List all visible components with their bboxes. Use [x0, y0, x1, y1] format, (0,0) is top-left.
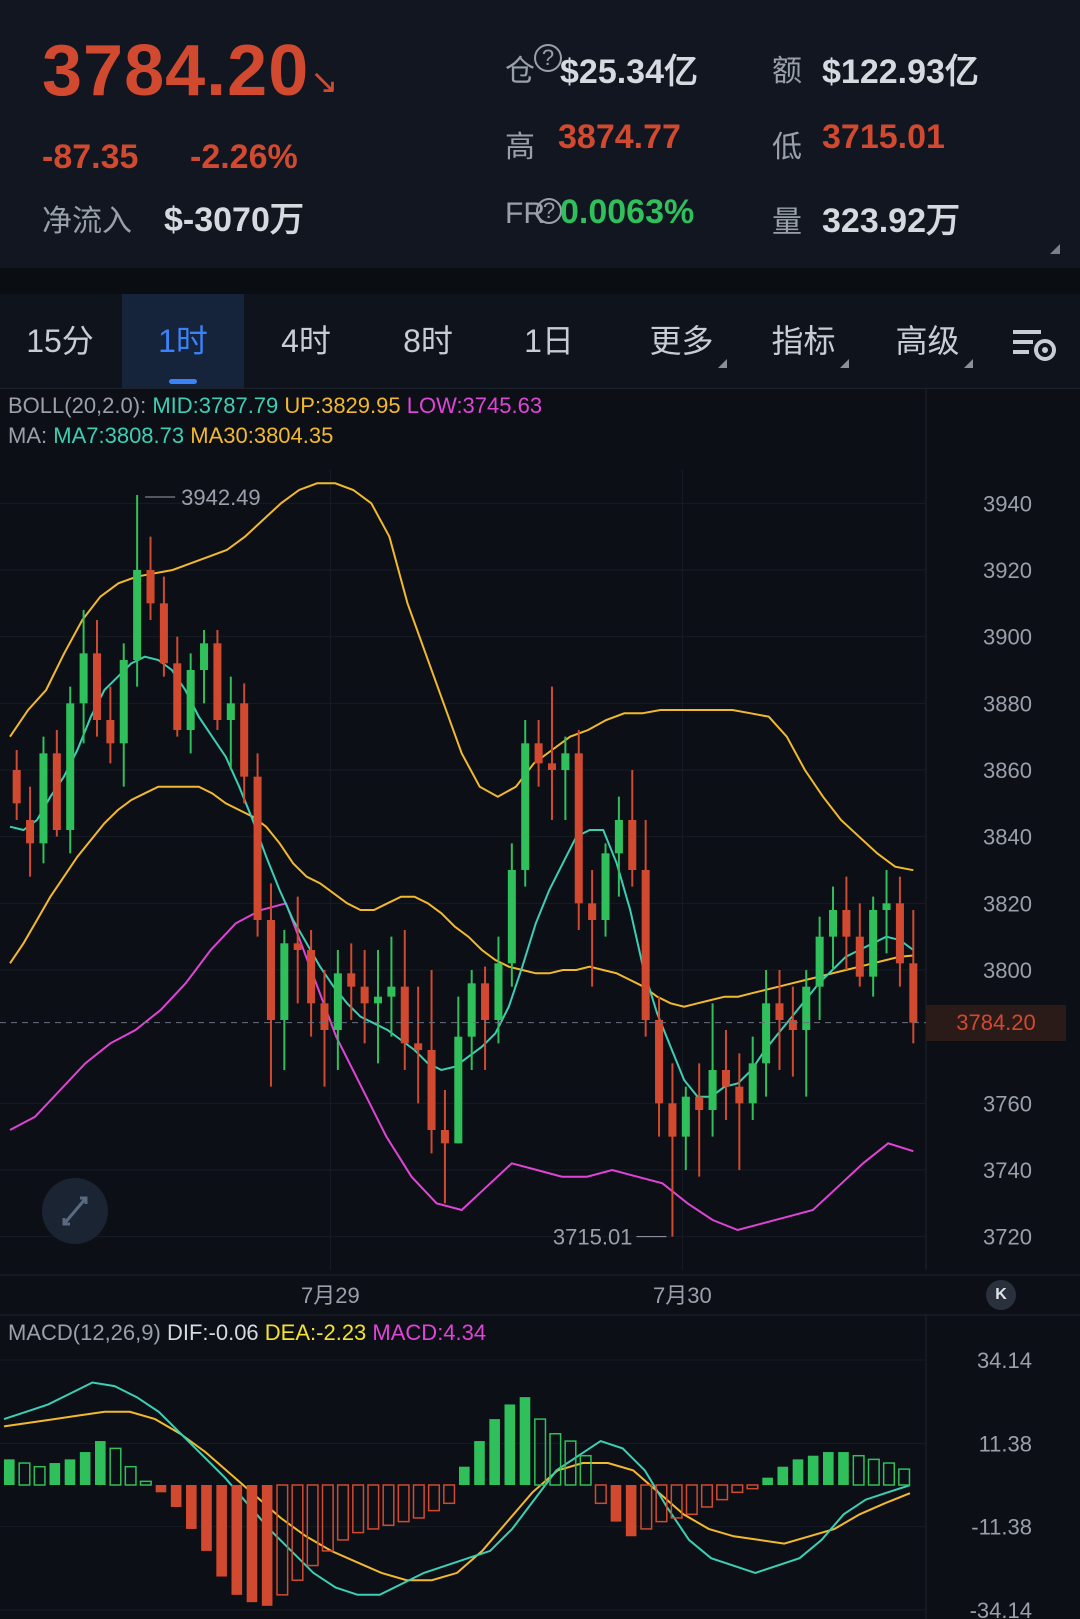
- ma-label: MA:: [8, 423, 48, 448]
- boll-legend: BOLL(20,2.0): MID:3787.79 UP:3829.95 LOW…: [8, 393, 542, 419]
- ma30-value: MA30:3804.35: [190, 423, 334, 448]
- dea-value: DEA:-2.23: [264, 1320, 367, 1345]
- tab-15m[interactable]: 15分: [0, 294, 120, 388]
- netflow-label: 净流入: [42, 205, 132, 238]
- dif-value: DIF:-0.06: [166, 1320, 259, 1345]
- ma7-value: MA7:3808.73: [53, 423, 185, 448]
- low-label: 低: [772, 131, 802, 164]
- fullscreen-button[interactable]: [42, 1178, 108, 1244]
- amount-label: 额: [772, 55, 802, 88]
- last-price-tag: 3784.20: [926, 1004, 1066, 1041]
- price-change: -87.35: [42, 138, 139, 176]
- netflow-value: $-3070万: [164, 201, 304, 239]
- ma-legend: MA: MA7:3808.73 MA30:3804.35: [8, 423, 333, 449]
- tab-indicators-label: 指标: [771, 323, 836, 359]
- tab-1d[interactable]: 1日: [490, 294, 608, 388]
- dropdown-icon: [963, 359, 973, 368]
- interval-tabs: 15分 1时 4时 8时 1日 更多 指标 高级: [0, 294, 1080, 389]
- chart-area[interactable]: BOLL(20,2.0): MID:3787.79 UP:3829.95 LOW…: [0, 389, 1080, 1619]
- tab-4h[interactable]: 4时: [246, 294, 366, 388]
- open-interest-label: 仓: [505, 55, 535, 88]
- macd-label: MACD(12,26,9): [8, 1320, 161, 1345]
- tab-1h[interactable]: 1时: [122, 294, 244, 388]
- divider: [0, 268, 1080, 294]
- volume-label: 量: [772, 206, 802, 239]
- tab-advanced-label: 高级: [895, 323, 960, 359]
- macd-legend: MACD(12,26,9) DIF:-0.06 DEA:-2.23 MACD:4…: [8, 1320, 486, 1346]
- amount-value: $122.93亿: [822, 53, 979, 91]
- macd-value: MACD:4.34: [372, 1320, 487, 1345]
- last-price: 3784.20: [42, 31, 310, 111]
- boll-label: BOLL(20,2.0):: [8, 393, 147, 418]
- volume-value: 323.92万: [822, 202, 960, 240]
- boll-low: LOW:3745.63: [406, 393, 543, 418]
- down-arrow-icon: ↘: [310, 63, 339, 101]
- help-icon[interactable]: ?: [536, 198, 562, 224]
- tab-more[interactable]: 更多: [628, 294, 748, 388]
- open-interest-value: $25.34亿: [560, 53, 698, 91]
- scroll-to-latest-button[interactable]: K: [986, 1280, 1016, 1310]
- high-label: 高: [505, 131, 535, 164]
- boll-up: UP:3829.95: [284, 393, 401, 418]
- high-value: 3874.77: [558, 118, 681, 156]
- boll-mid: MID:3787.79: [152, 393, 279, 418]
- dropdown-icon: [839, 359, 849, 368]
- price-change-pct: -2.26%: [190, 138, 298, 176]
- help-icon[interactable]: ?: [534, 44, 562, 72]
- tab-advanced[interactable]: 高级: [874, 294, 994, 388]
- funding-rate-value: 0.0063%: [560, 193, 695, 231]
- ticker-header: 3784.20 ↘ -87.35 -2.26% 净流入 $-3070万 仓 ? …: [0, 0, 1080, 268]
- tab-8h[interactable]: 8时: [368, 294, 488, 388]
- chart-settings-icon[interactable]: [1000, 294, 1070, 388]
- dropdown-icon: [717, 359, 727, 368]
- expand-corner-icon[interactable]: [1050, 244, 1060, 254]
- tab-indicators[interactable]: 指标: [750, 294, 870, 388]
- low-value: 3715.01: [822, 118, 945, 156]
- tab-more-label: 更多: [649, 323, 714, 359]
